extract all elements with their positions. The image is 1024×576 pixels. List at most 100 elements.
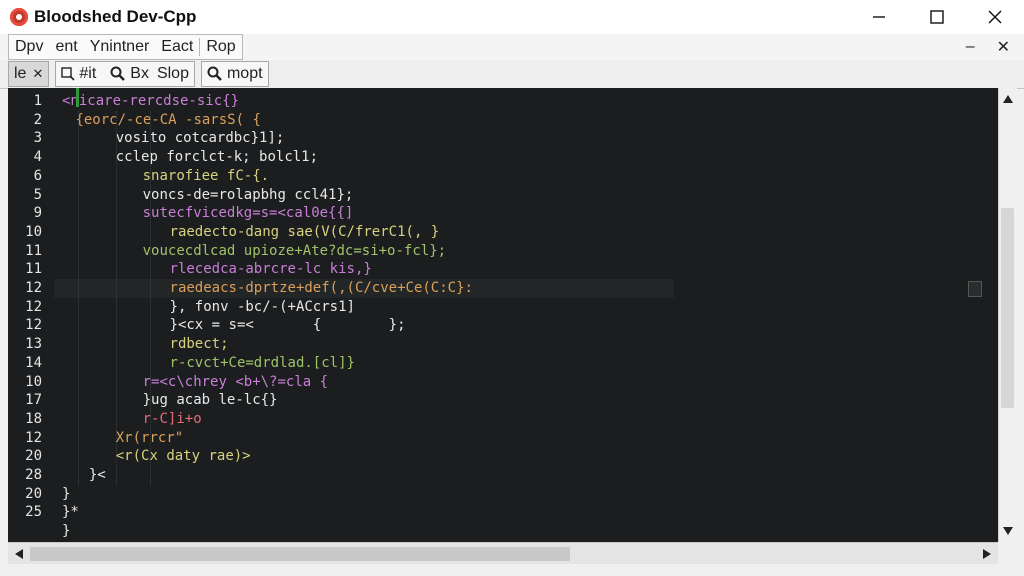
code-line[interactable]: raedecto-dang sae(V(C/frerC1(, } [54,223,440,242]
maximize-button[interactable] [908,0,966,34]
scroll-up-icon[interactable] [999,90,1017,108]
import-button[interactable]: mopt [200,61,269,87]
code-line-text: voucecdlcad upioze+Ate?dc=si+o-fcl}; [142,242,447,259]
import-magnifier-icon [207,66,223,82]
code-line[interactable]: cclep forclct-k; bolcl1; [54,148,318,167]
indent-guide [150,110,151,485]
find-button-label[interactable]: Bx [130,65,149,83]
code-line[interactable]: {eorc/-ce-CA -sarsS( { [54,111,261,130]
fit-button-label[interactable]: #it [79,65,96,83]
menu-item-dpv[interactable]: Dpv [9,38,49,56]
code-line-text: cclep forclct-k; bolcl1; [115,149,319,166]
code-line[interactable]: snarofiee fC-{. [54,167,269,186]
code-line-text: raedecto-dang sae(V(C/frerC1(, } [169,223,440,240]
mdi-close-button[interactable]: ✕ [997,37,1010,57]
maximize-icon [930,10,944,24]
line-number: 20 [25,448,42,465]
code-line[interactable]: } [54,485,70,504]
line-number: 4 [33,149,42,166]
vertical-scrollbar[interactable] [998,88,1017,542]
horizontal-scrollbar[interactable] [8,542,998,565]
stop-button-label[interactable]: Slop [157,65,189,83]
fit-find-group: #it Bx Slop [55,61,195,87]
code-line[interactable]: vosito cotcardbc}1]; [54,129,285,148]
line-number: 13 [25,336,42,353]
code-line[interactable]: rdbect; [54,335,229,354]
code-editor[interactable]: 1 2 3 4 6 5 9 10 11 11 12 12 12 13 14 10 17 18 12 20 28 20 25 … [8,88,998,542]
code-line[interactable]: }ug acab le-lc{} [54,391,278,410]
code-line[interactable]: }< [54,466,106,485]
indent-guide [78,110,79,485]
vertical-scroll-thumb[interactable] [1001,208,1014,408]
line-number: 2 [33,111,42,128]
code-line-text: <nicare-rercdse-sic{} [62,93,240,109]
scroll-left-icon[interactable] [10,545,28,563]
code-line[interactable]: r-C]i+o [54,410,202,429]
toolbar: le ✕ #it Bx Slop mopt [0,60,1024,89]
code-line[interactable]: r-cvct+Ce=drdlad.[cl]} [54,354,355,373]
code-line-text: sutecfvicedkg=s=<cal0e{{] [142,205,354,222]
line-number: 12 [25,298,42,315]
code-line[interactable]: }<cx = s=< { }; [54,316,406,335]
code-line[interactable]: voncs-de=rolapbhg ccl41}; [54,186,354,205]
line-number: 18 [25,410,42,427]
code-line-text: }<cx = s=< { }; [169,317,406,334]
code-line-text: {eorc/-ce-CA -sarsS( { [75,111,261,128]
menu-item-ynintner[interactable]: Ynintner [84,38,156,56]
menu-group: Dpv ent Ynintner Eact Rop [8,34,243,60]
scroll-down-icon[interactable] [999,522,1017,540]
app-gear-icon [10,8,28,26]
code-line[interactable]: rlecedca-abrcre-lc kis,} [54,260,372,279]
code-line-text: } [62,523,71,540]
code-area[interactable]: <nicare-rercdse-sic{} {eorc/-ce-CA -sarsS… [54,88,998,542]
window-controls [850,0,1024,34]
menu-item-rop[interactable]: Rop [199,38,241,56]
code-line[interactable]: }, fonv -bc/-(+ACcrs1] [54,298,355,317]
status-strip [0,564,1024,576]
line-number: 10 [25,373,42,390]
indent-guide [116,110,117,485]
code-line-text: r=<c\chrey <b+\?=cla { [142,373,329,390]
code-line[interactable]: sutecfvicedkg=s=<cal0e{{] [54,204,354,223]
close-button[interactable] [966,0,1024,34]
code-line-text: vosito cotcardbc}1]; [115,130,285,147]
menu-item-eact[interactable]: Eact [155,38,199,56]
code-line[interactable]: <r(Cx daty rae)> [54,447,251,466]
line-number: 3 [33,130,42,147]
split-marker-icon[interactable] [968,281,982,297]
minimize-icon [873,16,885,18]
menu-item-ent[interactable]: ent [49,38,83,56]
tab-close-icon[interactable]: ✕ [32,66,43,82]
code-line[interactable]: r=<c\chrey <b+\?=cla { [54,373,328,392]
horizontal-scroll-thumb[interactable] [30,547,570,561]
close-icon [988,10,1002,24]
code-line-text: } [62,485,71,502]
line-number: 25 [25,504,42,521]
fit-icon[interactable] [61,67,75,81]
code-line[interactable]: }* [54,503,79,522]
line-number: 20 [25,485,42,502]
code-line[interactable]: <nicare-rercdse-sic{} [54,92,239,111]
mdi-minimize-button[interactable]: – [966,38,975,56]
code-line[interactable]: } [54,522,70,541]
line-number: 5 [33,186,42,203]
line-number: 11 [25,261,42,278]
mdi-controls: – ✕ [966,34,1010,60]
scroll-right-icon[interactable] [978,545,996,563]
code-line[interactable]: Xr(rrcr" [54,429,183,448]
import-button-label: mopt [226,65,263,82]
code-line-text: }* [62,504,79,521]
magnifier-icon[interactable] [110,66,126,82]
minimize-button[interactable] [850,0,908,34]
fold-marker[interactable] [76,88,79,107]
line-number-gutter: 1 2 3 4 6 5 9 10 11 11 12 12 12 13 14 10 17 18 12 20 28 20 25 [8,88,52,542]
editor-tab[interactable]: le ✕ [8,61,50,87]
line-number: 17 [25,392,42,409]
code-line-text: rdbect; [169,336,229,353]
code-line-text: }ug acab le-lc{} [142,392,278,409]
code-line-text: }, fonv -bc/-(+ACcrs1] [169,298,355,315]
line-number: 12 [25,317,42,334]
code-line[interactable]: voucecdlcad upioze+Ate?dc=si+o-fcl}; [54,242,446,261]
code-line[interactable]: raedeacs-dprtze+def(,(C/cve+Ce(C:C}: [54,279,674,298]
code-line-text: <r(Cx daty rae)> [115,448,251,465]
